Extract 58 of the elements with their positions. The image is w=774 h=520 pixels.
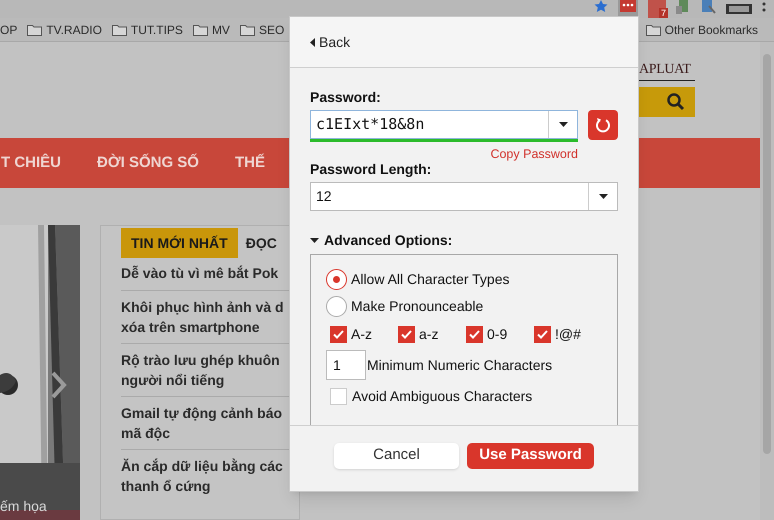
password-field[interactable]: c1EIxt*18&8n	[310, 110, 578, 139]
number-field[interactable]: 1	[326, 350, 366, 380]
photo-caption: ếm họa	[0, 497, 47, 516]
checkbox-label: !@#	[555, 325, 581, 344]
news-tab[interactable]: ĐỌC	[246, 228, 277, 258]
check-icon	[537, 330, 548, 339]
regenerate-button[interactable]	[588, 110, 618, 140]
caret-icon	[310, 38, 315, 46]
checkbox[interactable]	[398, 326, 415, 343]
checkbox-label: a-z	[419, 325, 438, 344]
advanced-options-toggle[interactable]: Advanced Options:	[310, 231, 618, 249]
radio-label: Make Pronounceable	[351, 297, 484, 316]
dialog-button[interactable]: Cancel	[334, 442, 459, 468]
badge-count: 7	[658, 8, 668, 18]
bookmark[interactable]: OP	[0, 20, 18, 38]
folder-icon	[27, 24, 42, 36]
password-label: Password:	[310, 88, 382, 106]
refresh-icon	[595, 117, 611, 133]
extension-icon[interactable]	[700, 0, 716, 14]
length-label: Password Length:	[310, 160, 432, 178]
search-icon	[667, 93, 685, 111]
menu-icon[interactable]	[762, 0, 766, 14]
extension-icon[interactable]	[620, 0, 636, 14]
length-select[interactable]: 12	[310, 182, 618, 211]
news-tab[interactable]: TIN MỚI NHẤT	[121, 228, 238, 258]
radio-button[interactable]	[326, 296, 347, 316]
checkbox-label: Avoid Ambiguous Characters	[352, 387, 532, 406]
bookmark[interactable]: Other Bookmarks	[646, 20, 758, 38]
checkbox[interactable]	[534, 326, 551, 343]
field-label: Minimum Numeric Characters	[367, 356, 552, 374]
check-icon	[333, 330, 344, 339]
extension-icon[interactable]: 7	[648, 0, 666, 18]
star-icon[interactable]	[594, 0, 608, 12]
check-icon	[469, 330, 480, 339]
search-button[interactable]	[639, 87, 695, 117]
bookmark[interactable]: SEO	[240, 20, 284, 38]
folder-icon	[112, 24, 127, 36]
checkbox[interactable]	[330, 326, 347, 343]
checkbox[interactable]	[330, 388, 347, 405]
radio-button[interactable]	[326, 268, 347, 290]
copy-password-link[interactable]: Copy Password	[490, 146, 578, 162]
caret-icon	[558, 122, 568, 127]
checkbox[interactable]	[466, 326, 483, 343]
bookmark[interactable]: MV	[192, 20, 230, 38]
bookmark[interactable]: TUT.TIPS	[112, 20, 183, 38]
back-button[interactable]: Back	[310, 32, 350, 52]
checkbox-label: A-z	[351, 325, 372, 344]
caret-icon	[598, 194, 608, 199]
bookmark[interactable]: TV.RADIO	[27, 20, 102, 38]
scrollbar[interactable]	[760, 42, 774, 520]
chevron-icon[interactable]	[50, 370, 68, 400]
radio-label: Allow All Character Types	[351, 270, 510, 289]
folder-icon	[646, 24, 661, 36]
folder-icon	[240, 24, 255, 36]
check-icon	[401, 330, 412, 339]
folder-icon	[192, 24, 208, 36]
checkbox-label: 0-9	[487, 325, 508, 344]
dialog-button[interactable]: Use Password	[467, 442, 594, 468]
